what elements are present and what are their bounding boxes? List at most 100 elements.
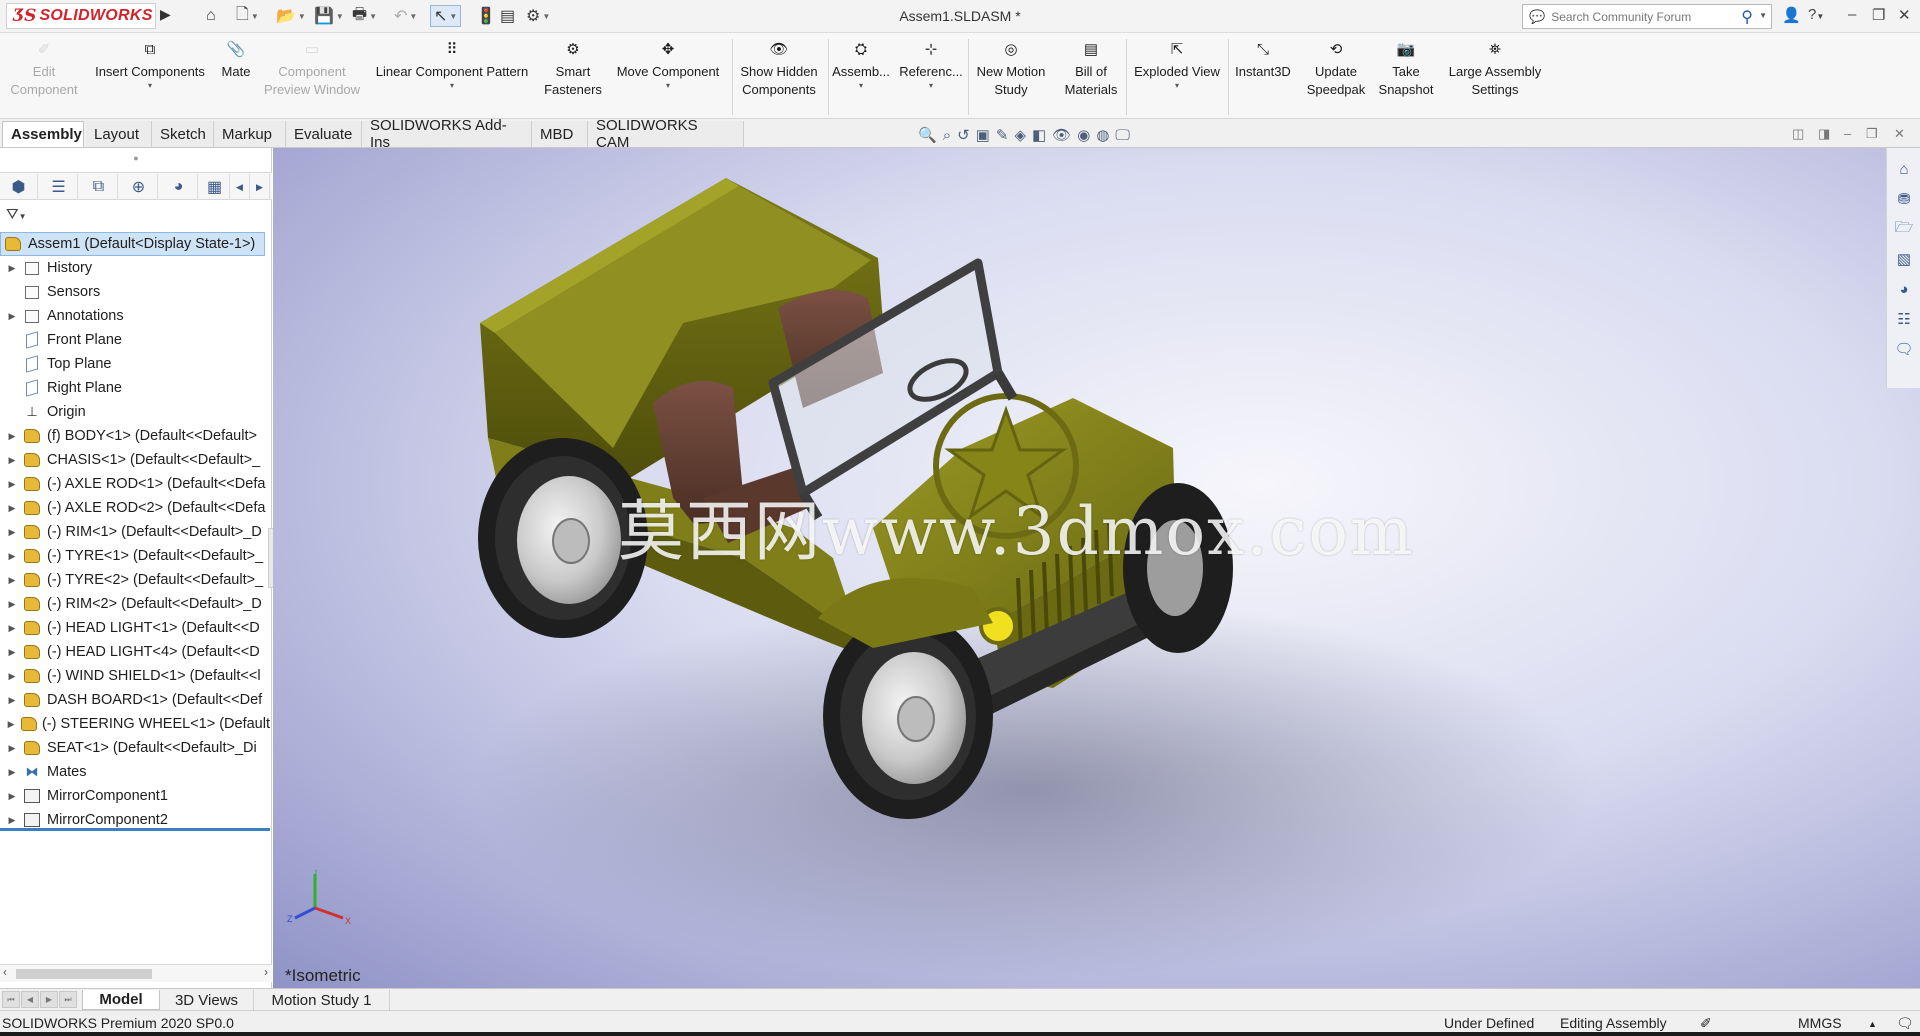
edit-appearance-icon[interactable]: ◉ (1077, 126, 1090, 144)
expand-arrow-icon[interactable]: ▶ (6, 719, 16, 730)
speedpak-button[interactable]: ⟲ Update Speedpak (1302, 39, 1370, 115)
forum-icon[interactable]: 🗨 (1893, 338, 1915, 360)
tree-node[interactable]: ▶ (-) TYRE<2> (Default<<Default>_ (0, 568, 270, 592)
help-icon[interactable]: ?▼ (1808, 6, 1824, 23)
last-tab-icon[interactable]: ⏭ (59, 991, 77, 1008)
display-manager-tab-icon[interactable]: ◕ (160, 174, 198, 200)
new-document-button[interactable]: 🗋 ▼ (236, 5, 259, 27)
expand-arrow-icon[interactable]: ▶ (6, 431, 18, 442)
search-community-forum[interactable]: 💬 Search Community Forum ⚲ ▼ (1522, 4, 1772, 29)
custom-properties-icon[interactable]: ☷ (1893, 308, 1915, 330)
expand-arrow-icon[interactable]: ▶ (6, 767, 18, 778)
chevron-down-icon[interactable]: ▾ (450, 81, 454, 91)
rebuild-icon[interactable]: 🚦 (476, 5, 496, 27)
cam-manager-tab-icon[interactable]: ▦ (200, 174, 230, 200)
close-icon[interactable]: ✕ (1898, 6, 1911, 24)
expand-arrow-icon[interactable]: ▶ (6, 671, 18, 682)
expand-arrow-icon[interactable]: ▶ (6, 575, 18, 586)
feature-manager-tab-icon[interactable]: ⬢ (0, 174, 38, 200)
chevron-down-icon[interactable]: ▾ (859, 81, 863, 91)
tree-node[interactable]: ▶ History (0, 256, 270, 280)
menu-expand-arrow-icon[interactable]: ▶ (160, 6, 171, 23)
mate-button[interactable]: 📎 Mate (214, 39, 258, 115)
exploded-view-button[interactable]: ⇱ Exploded View ▾ (1128, 39, 1226, 115)
tree-node[interactable]: ▶ (-) RIM<1> (Default<<Default>_D (0, 520, 270, 544)
tree-node[interactable]: Front Plane (0, 328, 270, 352)
expand-arrow-icon[interactable]: ▶ (6, 263, 18, 274)
viewport-close-icon[interactable]: ✕ (1894, 126, 1905, 142)
zoom-to-fit-icon[interactable]: 🔍 (918, 126, 937, 144)
tab-assembly[interactable]: Assembly (2, 121, 84, 147)
chevron-down-icon[interactable]: ▾ (148, 81, 152, 91)
show-hidden-button[interactable]: 👁 Show Hidden Components (734, 39, 824, 115)
chevron-down-icon[interactable]: ▾ (666, 81, 670, 91)
expand-arrow-icon[interactable]: ▶ (6, 815, 18, 826)
tree-node[interactable]: ▶ (-) RIM<2> (Default<<Default>_D (0, 592, 270, 616)
next-tab-icon[interactable]: ▶ (40, 991, 58, 1008)
scroll-right-icon[interactable]: › (264, 965, 268, 979)
tab-sketch[interactable]: Sketch (152, 121, 214, 147)
view-orientation-icon[interactable]: ◈ (1014, 126, 1026, 144)
viewport-restore-icon[interactable]: ❐ (1866, 126, 1878, 142)
view-settings-icon[interactable]: 🖵 (1115, 127, 1129, 144)
tree-root-assembly[interactable]: Assem1 (Default<Display State-1>) (0, 232, 265, 256)
dimxpert-tab-icon[interactable]: ⊕ (120, 174, 158, 200)
undo-button[interactable]: ↶ ▼ (394, 5, 417, 27)
first-tab-icon[interactable]: ⏮ (2, 991, 20, 1008)
property-manager-tab-icon[interactable]: ☰ (40, 174, 78, 200)
tree-node[interactable]: ▶ (-) AXLE ROD<1> (Default<<Defa (0, 472, 270, 496)
tab-markup[interactable]: Markup (214, 121, 286, 147)
solidworks-logo[interactable]: ƷS SOLIDWORKS (6, 3, 156, 29)
expand-arrow-icon[interactable]: ▶ (6, 503, 18, 514)
expand-arrow-icon[interactable]: ▶ (6, 647, 18, 658)
viewport-minimize-icon[interactable]: – (1844, 126, 1851, 141)
file-properties-icon[interactable]: ▤ (500, 5, 515, 27)
instant3d-button[interactable]: ⤡ Instant3D (1230, 39, 1296, 115)
chevron-down-icon[interactable]: ▼ (1759, 11, 1767, 20)
tree-node[interactable]: ▶ CHASIS<1> (Default<<Default>_ (0, 448, 270, 472)
home-icon[interactable]: ⌂ (206, 5, 216, 27)
tab-solidworks-add-ins[interactable]: SOLIDWORKS Add-Ins (362, 117, 532, 151)
expand-arrow-icon[interactable]: ▶ (6, 599, 18, 610)
apply-scene-icon[interactable]: ◍ (1096, 126, 1109, 144)
search-icon[interactable]: ⚲ (1741, 7, 1753, 27)
expand-arrow-icon[interactable]: ▶ (6, 311, 18, 322)
expand-arrow-icon[interactable]: ▶ (6, 791, 18, 802)
tree-node[interactable]: ▶ MirrorComponent1 (0, 784, 270, 808)
motion-study-button[interactable]: ◎ New Motion Study (970, 39, 1052, 115)
previous-view-icon[interactable]: ↺ (957, 126, 970, 144)
appearances-icon[interactable]: ◕ (1893, 278, 1915, 300)
expand-arrow-icon[interactable]: ▶ (6, 623, 18, 634)
viewport-split-icon[interactable]: ◫ (1792, 126, 1804, 142)
rollback-bar[interactable] (0, 828, 270, 831)
user-icon[interactable]: 👤 (1782, 6, 1801, 24)
expand-arrow-icon[interactable]: ▶ (6, 479, 18, 490)
reference-geometry-button[interactable]: ⊹ Referenc... ▾ (896, 39, 966, 115)
design-library-icon[interactable]: ⛃ (1893, 188, 1915, 210)
tree-node[interactable]: ▶ (f) BODY<1> (Default<<Default> (0, 424, 270, 448)
tree-filter[interactable]: ⛛▼ (6, 206, 27, 223)
smart-fasteners-button[interactable]: ⚙ Smart Fasteners (542, 39, 604, 115)
expand-arrow-icon[interactable]: ▶ (6, 695, 18, 706)
tree-node[interactable]: ▶ (-) HEAD LIGHT<1> (Default<<D (0, 616, 270, 640)
snapshot-button[interactable]: 📷 Take Snapshot (1374, 39, 1438, 115)
hide-show-items-icon[interactable]: 👁 (1052, 126, 1071, 144)
tree-node[interactable]: ⊥ Origin (0, 400, 270, 424)
tree-node[interactable]: ▶ (-) AXLE ROD<2> (Default<<Defa (0, 496, 270, 520)
tree-node[interactable]: ▶ SEAT<1> (Default<<Default>_Di (0, 736, 270, 760)
zoom-to-area-icon[interactable]: ⌕ (943, 127, 951, 144)
linear-pattern-button[interactable]: ⠿ Linear Component Pattern ▾ (366, 39, 538, 115)
jeep-model[interactable] (273, 148, 1920, 988)
tab-layout[interactable]: Layout (86, 121, 152, 147)
bottom-tab-3d-views[interactable]: 3D Views (160, 990, 254, 1010)
unit-system[interactable]: MMGS (1798, 1015, 1842, 1031)
restore-icon[interactable]: ❐ (1872, 6, 1885, 24)
bottom-tab-motion-study-1[interactable]: Motion Study 1 (254, 990, 390, 1010)
move-component-button[interactable]: ✥ Move Component ▾ (608, 39, 728, 115)
tab-mbd[interactable]: MBD (532, 121, 588, 147)
unit-menu-icon[interactable]: ▲ (1868, 1019, 1877, 1029)
expand-arrow-icon[interactable]: ▶ (6, 743, 18, 754)
expand-arrow-icon[interactable]: ▶ (6, 455, 18, 466)
expand-arrow-icon[interactable]: ▶ (6, 551, 18, 562)
bottom-tab-model[interactable]: Model (82, 990, 160, 1010)
